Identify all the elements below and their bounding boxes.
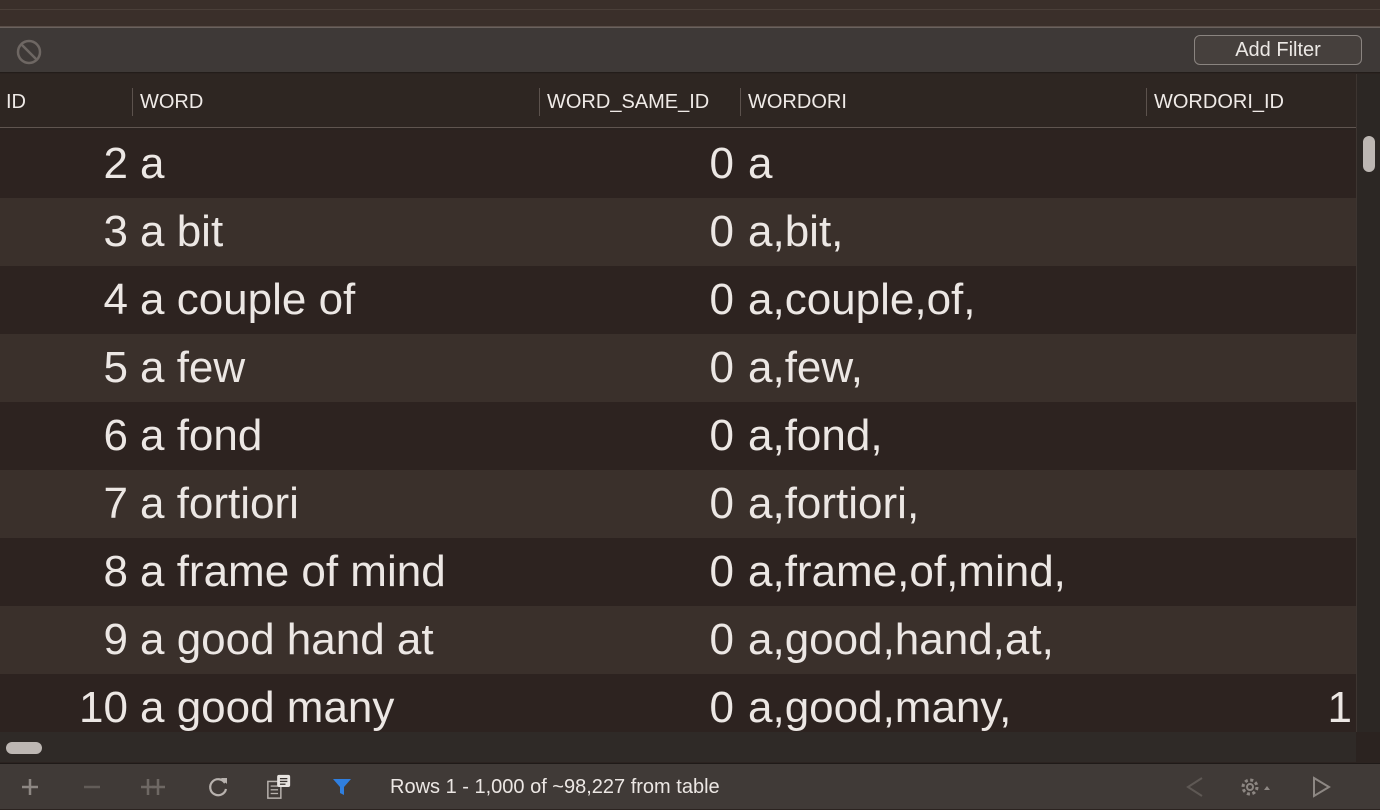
minus-icon[interactable] — [79, 774, 105, 800]
table-row[interactable]: 4 a couple of 0 a,couple,of, — [0, 266, 1356, 334]
table-row[interactable]: 8 a frame of mind 0 a,frame,of,mind, — [0, 538, 1356, 606]
cell-wordori-id[interactable] — [1148, 266, 1352, 334]
chevron-left-icon[interactable] — [1182, 774, 1208, 800]
cell-wordori-id[interactable] — [1148, 130, 1352, 198]
filter-bar: Add Filter — [0, 27, 1380, 73]
cell-word-same-id[interactable]: 0 — [541, 198, 734, 266]
cell-wordori[interactable]: a,good,hand,at, — [748, 606, 1142, 674]
horizontal-scroll-thumb[interactable] — [6, 742, 42, 754]
cell-wordori[interactable]: a,bit, — [748, 198, 1142, 266]
cell-wordori[interactable]: a,good,many, — [748, 674, 1142, 732]
refresh-icon[interactable] — [205, 774, 231, 800]
cell-word-same-id[interactable]: 0 — [541, 606, 734, 674]
cell-word[interactable]: a good hand at — [140, 606, 535, 674]
table-row[interactable]: 5 a few 0 a,few, — [0, 334, 1356, 402]
cell-id[interactable]: 8 — [0, 538, 128, 606]
cell-id[interactable]: 4 — [0, 266, 128, 334]
gear-icon[interactable] — [1238, 774, 1278, 800]
query-log-icon[interactable] — [266, 774, 292, 800]
column-header-word[interactable]: WORD — [132, 74, 539, 128]
clear-filter-icon[interactable] — [16, 39, 42, 65]
table-row[interactable]: 7 a fortiori 0 a,fortiori, — [0, 470, 1356, 538]
cell-wordori[interactable]: a,few, — [748, 334, 1142, 402]
cell-id[interactable]: 9 — [0, 606, 128, 674]
cell-word-same-id[interactable]: 0 — [541, 130, 734, 198]
cell-word[interactable]: a bit — [140, 198, 535, 266]
column-header-label: WORDORI — [748, 91, 847, 113]
status-text: Rows 1 - 1,000 of ~98,227 from table — [390, 776, 720, 798]
cell-word[interactable]: a couple of — [140, 266, 535, 334]
cell-id[interactable]: 10 — [0, 674, 128, 732]
cell-wordori[interactable]: a,frame,of,mind, — [748, 538, 1142, 606]
cell-wordori[interactable]: a,fond, — [748, 402, 1142, 470]
cell-wordori[interactable]: a,couple,of, — [748, 266, 1142, 334]
vertical-scrollbar[interactable] — [1356, 74, 1380, 732]
cell-id[interactable]: 2 — [0, 130, 128, 198]
window-top-strip — [0, 0, 1380, 27]
cell-word[interactable]: a fond — [140, 402, 535, 470]
cell-word[interactable]: a good many — [140, 674, 535, 732]
table-body: 2 a 0 a 3 a bit 0 a,bit, 4 a couple of 0… — [0, 130, 1356, 732]
cell-wordori[interactable]: a,fortiori, — [748, 470, 1142, 538]
table-row[interactable]: 3 a bit 0 a,bit, — [0, 198, 1356, 266]
duplicate-row-icon[interactable] — [140, 774, 166, 800]
cell-wordori-id[interactable] — [1148, 334, 1352, 402]
bottom-toolbar: Rows 1 - 1,000 of ~98,227 from table — [0, 763, 1380, 809]
cell-word-same-id[interactable]: 0 — [541, 674, 734, 732]
cell-wordori-id[interactable] — [1148, 538, 1352, 606]
plus-icon[interactable] — [17, 774, 43, 800]
table-row[interactable]: 10 a good many 0 a,good,many, 1 — [0, 674, 1356, 732]
column-header-wordori-id[interactable]: WORDORI_ID — [1146, 74, 1356, 128]
table-header: ID WORD WORD_SAME_ID WORDORI WORDORI_ID — [0, 74, 1356, 128]
column-header-label: WORD — [140, 91, 204, 113]
add-filter-button[interactable]: Add Filter — [1194, 35, 1362, 65]
cell-wordori-id[interactable] — [1148, 198, 1352, 266]
vertical-scroll-thumb[interactable] — [1363, 136, 1375, 172]
column-header-wordori[interactable]: WORDORI — [740, 74, 1146, 128]
filter-funnel-icon[interactable] — [329, 774, 355, 800]
chevron-right-icon[interactable] — [1308, 774, 1334, 800]
cell-wordori-id[interactable] — [1148, 470, 1352, 538]
cell-id[interactable]: 5 — [0, 334, 128, 402]
cell-word-same-id[interactable]: 0 — [541, 266, 734, 334]
cell-word-same-id[interactable]: 0 — [541, 334, 734, 402]
cell-word-same-id[interactable]: 0 — [541, 470, 734, 538]
table-row[interactable]: 6 a fond 0 a,fond, — [0, 402, 1356, 470]
cell-wordori-id[interactable] — [1148, 606, 1352, 674]
cell-id[interactable]: 6 — [0, 402, 128, 470]
horizontal-scrollbar[interactable] — [0, 732, 1356, 762]
cell-word[interactable]: a few — [140, 334, 535, 402]
table-row[interactable]: 9 a good hand at 0 a,good,hand,at, — [0, 606, 1356, 674]
cell-id[interactable]: 7 — [0, 470, 128, 538]
cell-wordori-id[interactable]: 1 — [1148, 674, 1352, 732]
cell-word[interactable]: a frame of mind — [140, 538, 535, 606]
cell-wordori-id[interactable] — [1148, 402, 1352, 470]
cell-word[interactable]: a — [140, 130, 535, 198]
cell-wordori[interactable]: a — [748, 130, 1142, 198]
column-header-id[interactable]: ID — [0, 74, 132, 128]
cell-word-same-id[interactable]: 0 — [541, 538, 734, 606]
table-row[interactable]: 2 a 0 a — [0, 130, 1356, 198]
column-header-label: ID — [6, 91, 26, 113]
cell-word[interactable]: a fortiori — [140, 470, 535, 538]
column-header-label: WORD_SAME_ID — [547, 91, 710, 113]
cell-id[interactable]: 3 — [0, 198, 128, 266]
cell-word-same-id[interactable]: 0 — [541, 402, 734, 470]
column-header-word-same-id[interactable]: WORD_SAME_ID — [539, 74, 740, 128]
column-header-label: WORDORI_ID — [1154, 91, 1284, 113]
